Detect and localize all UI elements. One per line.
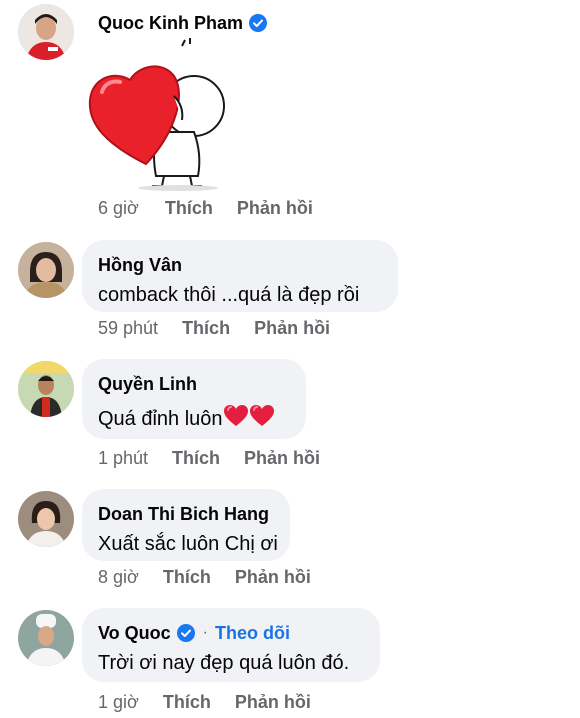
author-name[interactable]: Quyền Linh — [98, 372, 290, 396]
comment-text: Trời ơi nay đẹp quá luôn đó. — [98, 652, 350, 674]
like-button[interactable]: Thích — [165, 198, 213, 219]
comment-4: Doan Thi Bich Hang Xuất sắc luôn Chị ơi … — [0, 487, 580, 597]
comment-actions: 8 giờ Thích Phản hồi — [98, 567, 311, 588]
avatar[interactable] — [18, 610, 74, 666]
comment-text: Xuất sắc luôn Chị ơi — [98, 533, 278, 555]
heart-hug-sticker[interactable] — [86, 36, 232, 192]
comment-actions: 1 phút Thích Phản hồi — [98, 448, 320, 469]
author-name-row: Vo Quoc · Theo dõi — [98, 621, 364, 645]
comment-bubble: Hồng Vân comback thôi ...quá là đẹp rồi — [82, 240, 398, 312]
comment-time[interactable]: 1 giờ — [98, 692, 139, 713]
author-name-row: Quoc Kinh Pham — [98, 11, 268, 35]
follow-button[interactable]: Theo dõi — [215, 623, 290, 644]
like-button[interactable]: Thích — [182, 318, 230, 339]
reply-button[interactable]: Phản hồi — [244, 448, 320, 469]
like-button[interactable]: Thích — [163, 692, 211, 713]
avatar[interactable] — [18, 4, 74, 60]
comment-time[interactable]: 8 giờ — [98, 567, 139, 588]
red-heart-icon — [249, 405, 274, 426]
author-name[interactable]: Vo Quoc — [98, 621, 171, 645]
avatar[interactable] — [18, 242, 74, 298]
red-heart-icon — [223, 405, 248, 426]
comment-time[interactable]: 1 phút — [98, 448, 148, 469]
comment-bubble: Doan Thi Bich Hang Xuất sắc luôn Chị ơi — [82, 489, 290, 561]
verified-badge-icon — [176, 624, 195, 642]
comment-actions: 59 phút Thích Phản hồi — [98, 318, 330, 339]
avatar[interactable] — [18, 491, 74, 547]
verified-badge-icon — [249, 14, 268, 32]
comment-text: comback thôi ...quá là đẹp rồi — [98, 284, 360, 306]
separator-dot: · — [202, 624, 208, 641]
comment-actions: 1 giờ Thích Phản hồi — [98, 692, 311, 713]
comment-1: Quoc Kinh Pham 6 giờ Thích Phản hồi — [0, 0, 580, 230]
comment-actions: 6 giờ Thích Phản hồi — [98, 198, 313, 219]
like-button[interactable]: Thích — [172, 448, 220, 469]
avatar[interactable] — [18, 361, 74, 417]
comment-bubble: Vo Quoc · Theo dõi Trời ơi nay đẹp quá l… — [82, 608, 380, 682]
reply-button[interactable]: Phản hồi — [235, 692, 311, 713]
comment-5: Vo Quoc · Theo dõi Trời ơi nay đẹp quá l… — [0, 606, 580, 718]
reply-button[interactable]: Phản hồi — [237, 198, 313, 219]
author-name[interactable]: Doan Thi Bich Hang — [98, 502, 274, 526]
comment-text: Quá đỉnh luôn — [98, 404, 290, 433]
comment-2: Hồng Vân comback thôi ...quá là đẹp rồi … — [0, 238, 580, 348]
comment-bubble: Quyền Linh Quá đỉnh luôn — [82, 359, 306, 439]
comment-3: Quyền Linh Quá đỉnh luôn 1 phút Thích Ph… — [0, 357, 580, 477]
reply-button[interactable]: Phản hồi — [235, 567, 311, 588]
comment-text-content: Quá đỉnh luôn — [98, 408, 223, 430]
comment-time[interactable]: 6 giờ — [98, 198, 139, 219]
like-button[interactable]: Thích — [163, 567, 211, 588]
comment-time[interactable]: 59 phút — [98, 318, 158, 339]
author-name[interactable]: Quoc Kinh Pham — [98, 11, 243, 35]
author-name[interactable]: Hồng Vân — [98, 253, 382, 277]
reply-button[interactable]: Phản hồi — [254, 318, 330, 339]
